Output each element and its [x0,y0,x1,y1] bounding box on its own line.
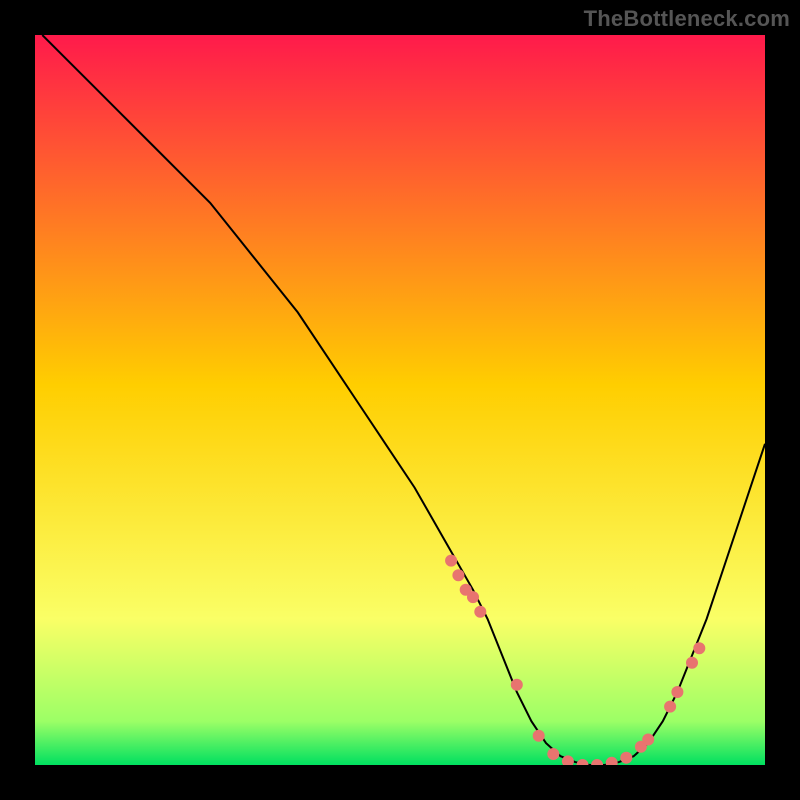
marker-dot [452,569,464,581]
marker-dot [467,591,479,603]
gradient-background [35,35,765,765]
marker-dot [620,752,632,764]
watermark-label: TheBottleneck.com [584,6,790,32]
marker-dot [642,733,654,745]
marker-dot [533,730,545,742]
marker-dot [474,606,486,618]
bottleneck-chart [35,35,765,765]
marker-dot [547,748,559,760]
marker-dot [686,657,698,669]
marker-dot [671,686,683,698]
marker-dot [664,701,676,713]
marker-dot [511,679,523,691]
marker-dot [445,555,457,567]
marker-dot [693,642,705,654]
chart-container: TheBottleneck.com [0,0,800,800]
